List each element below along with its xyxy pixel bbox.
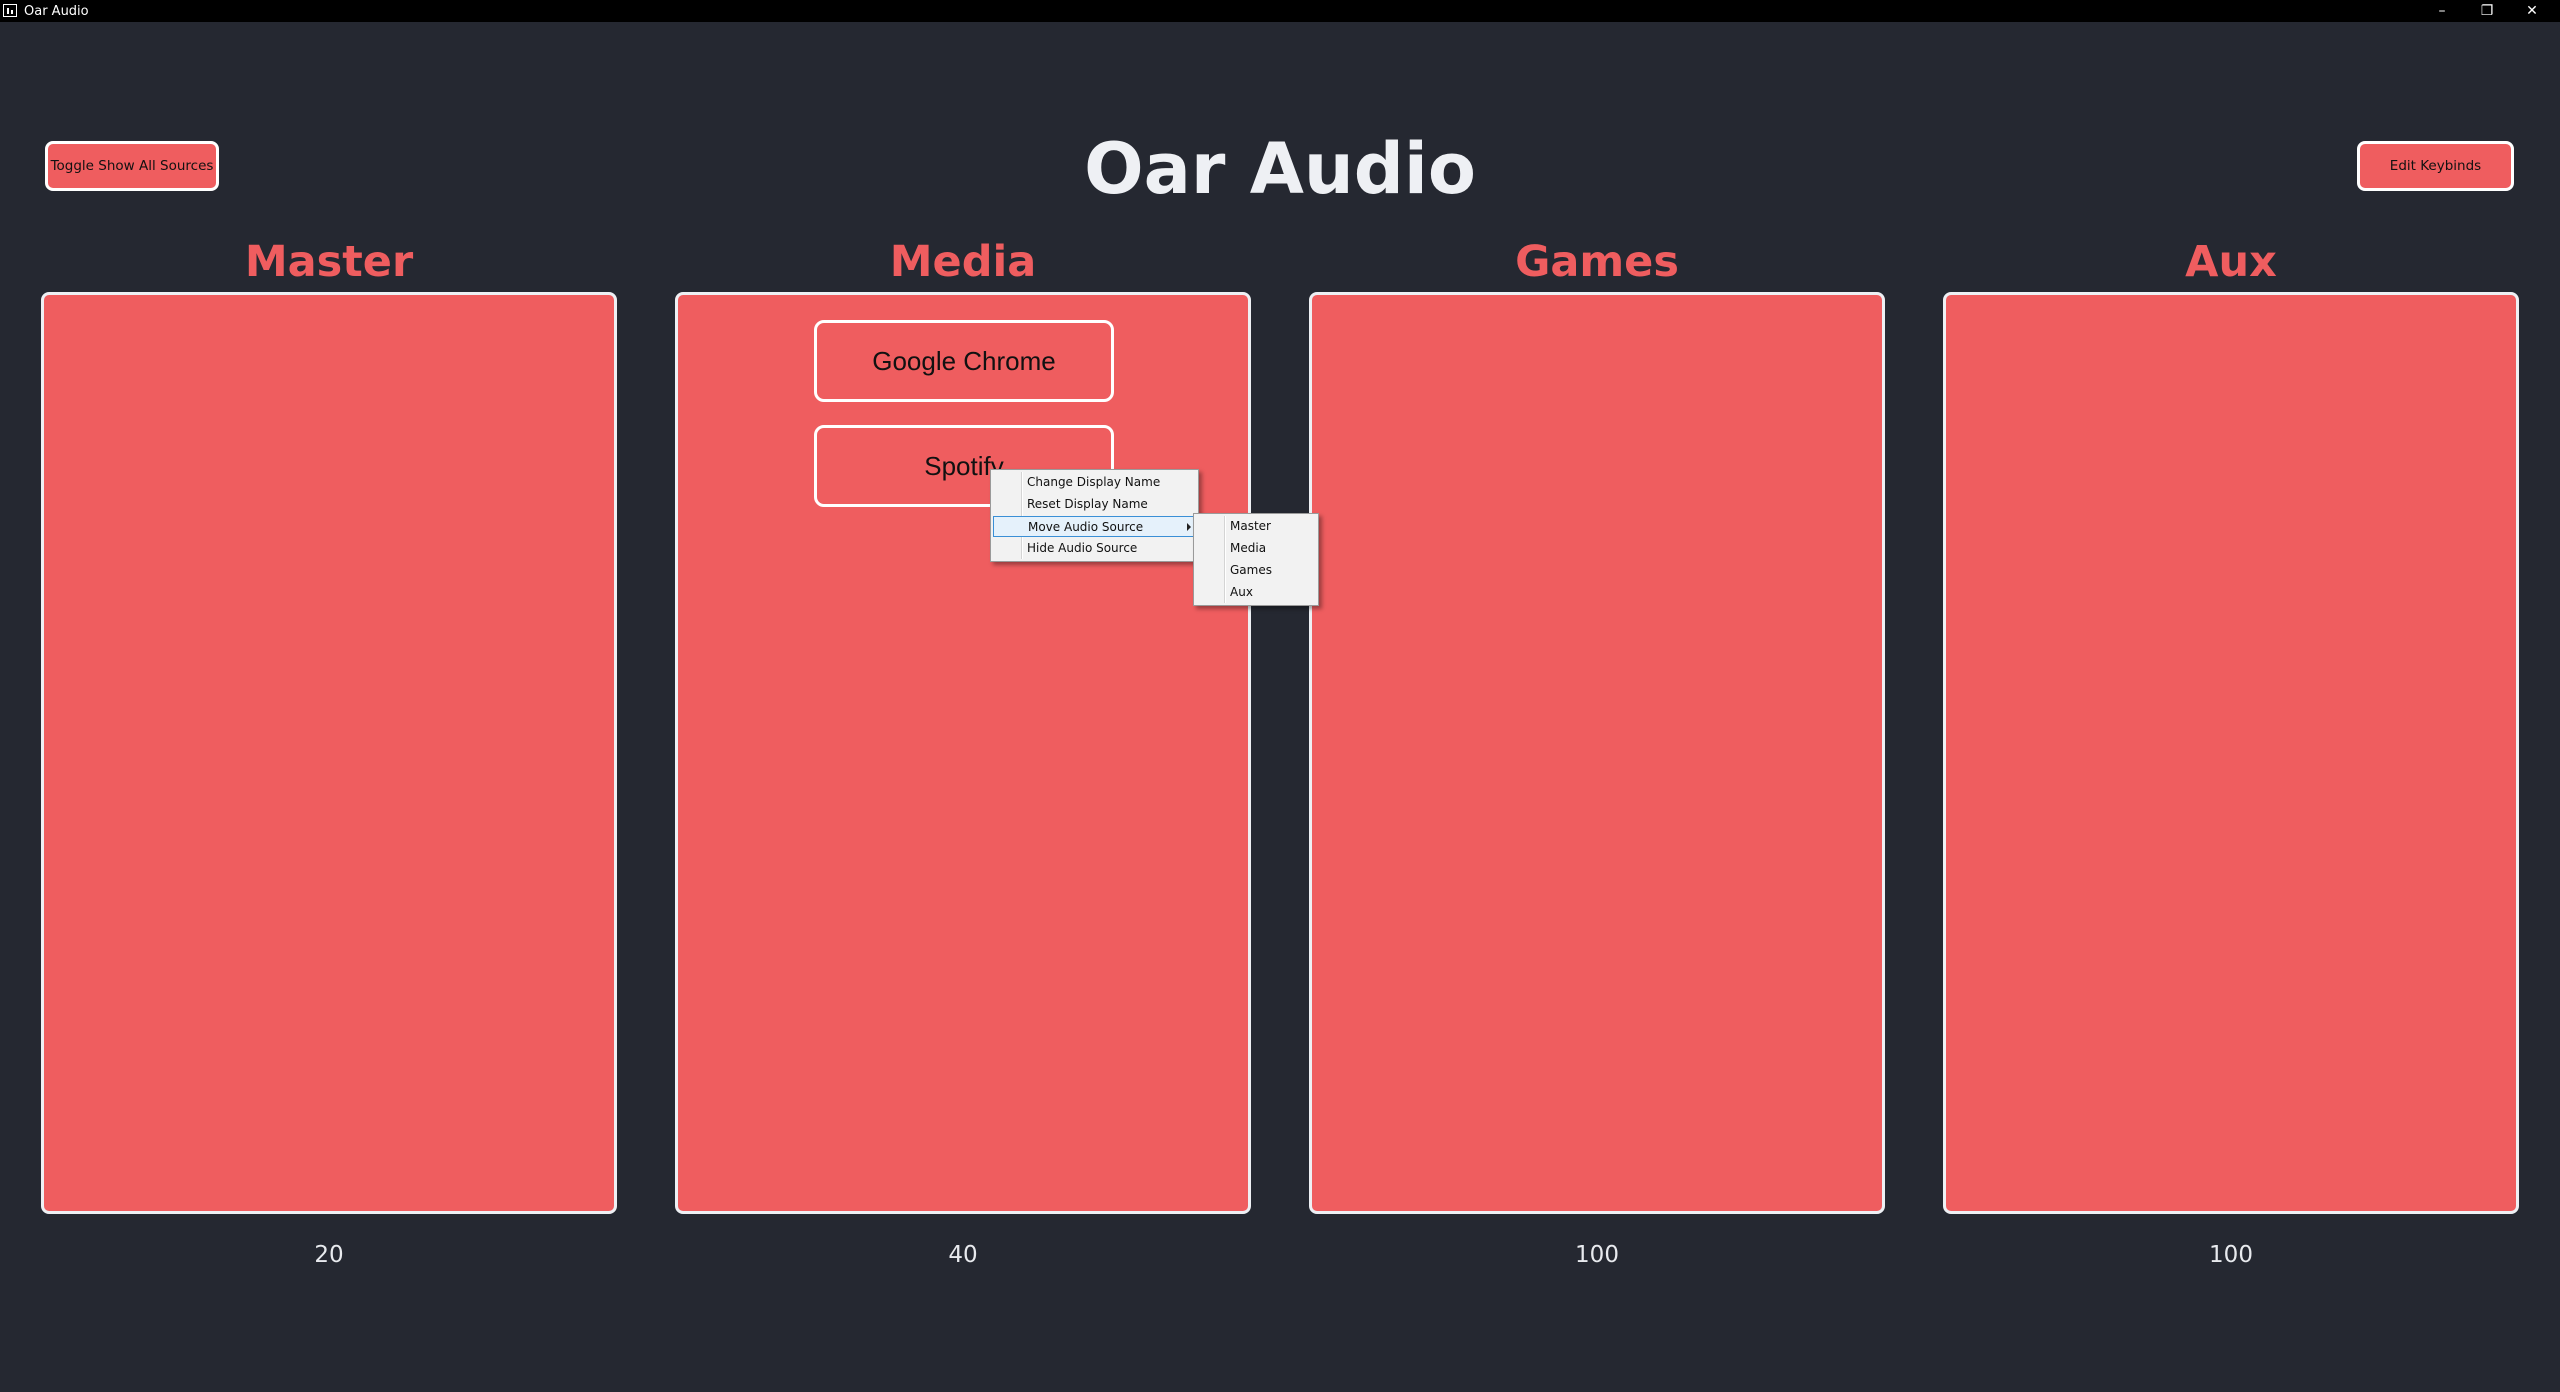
column-panel-media[interactable]: Google Chrome Spotify	[675, 292, 1251, 1214]
menu-item-label: Reset Display Name	[1027, 497, 1148, 511]
column-panel-games[interactable]	[1309, 292, 1885, 1214]
menu-item-hide-audio-source[interactable]: Hide Audio Source	[993, 538, 1196, 559]
restore-icon[interactable]: ❐	[2465, 0, 2509, 22]
submenu-item-media[interactable]: Media	[1196, 538, 1316, 559]
column-label-aux: Aux	[2185, 237, 2277, 287]
volume-aux: 100	[2209, 1242, 2253, 1268]
menu-item-label: Media	[1230, 541, 1267, 555]
minimize-icon[interactable]: –	[2420, 0, 2464, 22]
close-icon[interactable]: ✕	[2510, 0, 2554, 22]
menu-item-label: Games	[1230, 563, 1272, 577]
source-button-google-chrome[interactable]: Google Chrome	[814, 320, 1114, 402]
volume-games: 100	[1575, 1242, 1619, 1268]
submenu-move-audio-source: Master Media Games Aux	[1193, 513, 1319, 606]
menu-item-label: Move Audio Source	[1028, 520, 1144, 534]
submenu-item-games[interactable]: Games	[1196, 560, 1316, 581]
app-icon	[3, 4, 17, 17]
context-menu: Change Display Name Reset Display Name M…	[990, 469, 1199, 562]
volume-master: 20	[314, 1242, 344, 1268]
menu-item-change-display-name[interactable]: Change Display Name	[993, 472, 1196, 493]
edit-keybinds-button[interactable]: Edit Keybinds	[2357, 141, 2514, 191]
page-title: Oar Audio	[1084, 128, 1476, 210]
menu-item-label: Aux	[1230, 585, 1253, 599]
menu-item-label: Master	[1230, 519, 1271, 533]
menu-item-move-audio-source[interactable]: Move Audio Source	[993, 516, 1196, 537]
submenu-item-master[interactable]: Master	[1196, 516, 1316, 537]
volume-media: 40	[948, 1242, 978, 1268]
window-titlebar: Oar Audio – ❐ ✕	[0, 0, 2560, 22]
column-label-media: Media	[889, 237, 1037, 287]
menu-item-reset-display-name[interactable]: Reset Display Name	[993, 494, 1196, 515]
window-title: Oar Audio	[24, 4, 89, 19]
column-label-games: Games	[1515, 237, 1679, 287]
menu-item-label: Hide Audio Source	[1027, 541, 1138, 555]
menu-item-label: Change Display Name	[1027, 475, 1161, 489]
column-panel-aux[interactable]	[1943, 292, 2519, 1214]
column-panel-master[interactable]	[41, 292, 617, 1214]
submenu-arrow-icon	[1187, 523, 1191, 531]
submenu-item-aux[interactable]: Aux	[1196, 582, 1316, 603]
column-label-master: Master	[244, 237, 414, 287]
